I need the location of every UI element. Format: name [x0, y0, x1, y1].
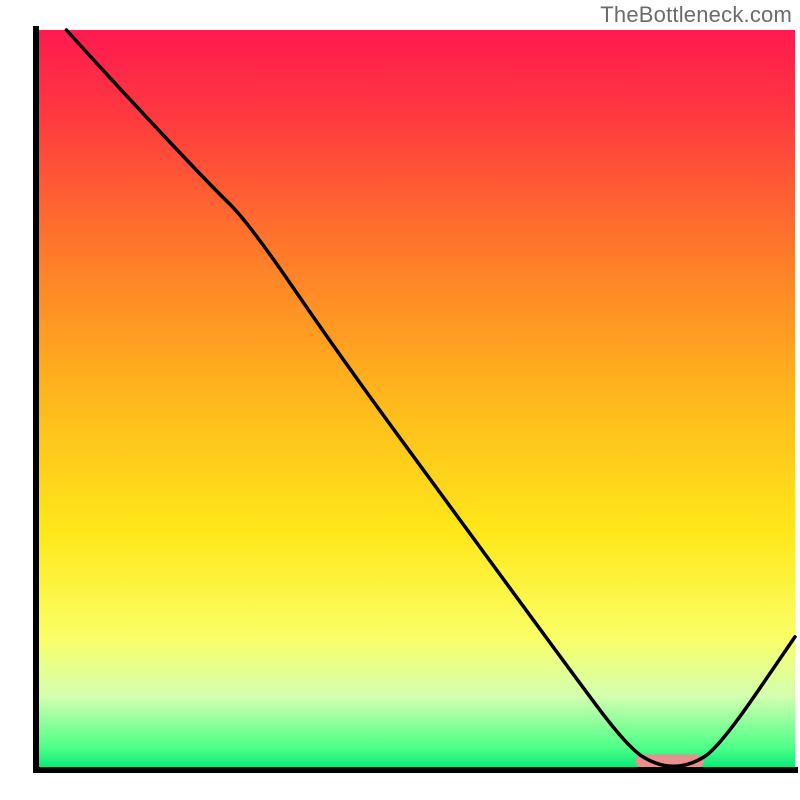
plot-area	[33, 26, 798, 773]
chart-container: TheBottleneck.com	[0, 0, 800, 800]
bottleneck-chart	[0, 0, 800, 800]
gradient-background	[36, 30, 795, 770]
